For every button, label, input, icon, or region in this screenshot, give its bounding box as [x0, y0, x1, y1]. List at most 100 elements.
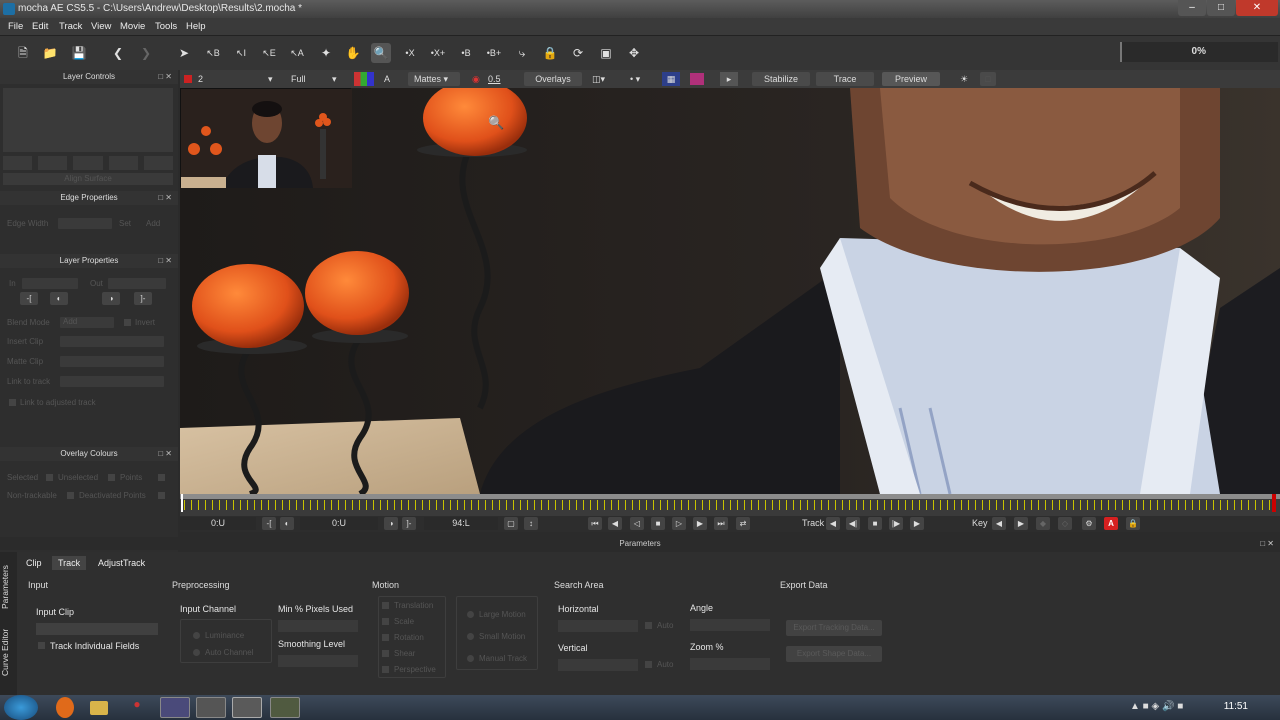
- sun-settings-icon[interactable]: ☀: [960, 72, 968, 86]
- lock-icon[interactable]: 🔒: [540, 43, 560, 63]
- luminance-radio[interactable]: [193, 632, 200, 639]
- app-task-1[interactable]: [196, 697, 226, 718]
- tab-curve-editor[interactable]: Curve Editor: [0, 622, 17, 682]
- set-out-point-icon[interactable]: ]-: [134, 292, 152, 305]
- rgb-channels-icon[interactable]: [354, 72, 374, 86]
- horizontal-field[interactable]: [558, 620, 638, 632]
- small-motion-radio[interactable]: [467, 633, 474, 640]
- large-motion-radio[interactable]: [467, 611, 474, 618]
- move-cross-icon[interactable]: ✥: [624, 43, 644, 63]
- x-spline-icon[interactable]: •X: [400, 43, 420, 63]
- navigator-thumbnail[interactable]: [180, 88, 352, 188]
- maximize-button[interactable]: □: [1207, 0, 1235, 16]
- step-back-icon[interactable]: ◀: [608, 517, 622, 530]
- menu-file[interactable]: File: [8, 21, 23, 32]
- trace-button[interactable]: Trace: [816, 72, 874, 86]
- goto-out-icon[interactable]: ◑: [384, 517, 398, 530]
- mocha-task[interactable]: [232, 697, 262, 718]
- preview-button[interactable]: Preview: [882, 72, 940, 86]
- point-display-icon[interactable]: • ▾: [630, 72, 640, 86]
- set-out-icon[interactable]: ]-: [402, 517, 416, 530]
- matte-color-icon[interactable]: ◉: [472, 72, 480, 86]
- hand-pan-icon[interactable]: ✋: [343, 43, 363, 63]
- link-to-track-select[interactable]: [60, 376, 164, 387]
- rotation-checkbox[interactable]: [382, 634, 389, 641]
- panel-close-icon[interactable]: □ ✕: [158, 70, 172, 84]
- layer-button[interactable]: [73, 156, 103, 170]
- save-icon[interactable]: 💾: [69, 43, 89, 63]
- layer-list[interactable]: [3, 88, 173, 152]
- tab-adjusttrack[interactable]: AdjustTrack: [92, 556, 151, 570]
- input-clip-select[interactable]: [36, 623, 158, 635]
- select-e-tool-icon[interactable]: ↖E: [259, 43, 279, 63]
- set-in-point-icon[interactable]: -[: [20, 292, 38, 305]
- menu-view[interactable]: View: [91, 21, 111, 32]
- insert-clip-select[interactable]: [60, 336, 164, 347]
- panel-close-icon[interactable]: □ ✕: [158, 191, 172, 205]
- track-back-frame-icon[interactable]: ◀|: [846, 517, 860, 530]
- track-fwd-frame-icon[interactable]: |▶: [889, 517, 903, 530]
- translation-checkbox[interactable]: [382, 602, 389, 609]
- autokey-icon[interactable]: A: [1104, 517, 1118, 530]
- points-swatch[interactable]: [158, 474, 165, 481]
- tab-parameters-side[interactable]: Parameters: [0, 558, 17, 616]
- tab-track[interactable]: Track: [52, 556, 87, 570]
- add-point-icon[interactable]: ⤷: [512, 43, 532, 63]
- zoom-field[interactable]: [690, 658, 770, 670]
- magenta-swatch[interactable]: [690, 73, 704, 85]
- menu-help[interactable]: Help: [186, 21, 206, 32]
- menu-tools[interactable]: Tools: [155, 21, 177, 32]
- shear-checkbox[interactable]: [382, 650, 389, 657]
- close-button[interactable]: ✕: [1236, 0, 1278, 16]
- select-i-tool-icon[interactable]: ↖I: [231, 43, 251, 63]
- multi-select-icon[interactable]: ✦: [316, 43, 336, 63]
- view-resolution-select[interactable]: Full: [291, 72, 306, 86]
- matte-clip-select[interactable]: [60, 356, 164, 367]
- alpha-channel-button[interactable]: A: [384, 72, 390, 86]
- track-forward-icon[interactable]: ▶: [910, 517, 924, 530]
- overlay-options-icon[interactable]: ◫▾: [592, 72, 605, 86]
- microphone-icon[interactable]: ●: [130, 697, 144, 718]
- layer-button[interactable]: [143, 156, 174, 170]
- out-field[interactable]: [108, 278, 166, 289]
- layer-button[interactable]: [3, 156, 33, 170]
- edge-set-button[interactable]: Set: [119, 219, 131, 228]
- deactivated-swatch[interactable]: [158, 492, 165, 499]
- horizontal-auto-checkbox[interactable]: [645, 622, 652, 629]
- in-field[interactable]: [22, 278, 78, 289]
- angle-field[interactable]: [690, 619, 770, 631]
- next-key-icon[interactable]: ▶: [1014, 517, 1028, 530]
- stop-icon[interactable]: ■: [651, 517, 665, 530]
- layer-dropdown-icon[interactable]: ▾: [268, 72, 273, 86]
- redo-arrow-icon[interactable]: ❯: [136, 43, 156, 63]
- add-x-spline-icon[interactable]: •X+: [428, 43, 448, 63]
- prev-key-icon[interactable]: ◀: [992, 517, 1006, 530]
- perspective-checkbox[interactable]: [382, 666, 389, 673]
- in-time-field[interactable]: 0:U: [180, 517, 256, 530]
- goto-end-icon[interactable]: ⏭: [714, 517, 728, 530]
- track-fields-checkbox[interactable]: [38, 642, 45, 649]
- edge-add-button[interactable]: Add: [146, 219, 160, 228]
- frame-grid-icon[interactable]: ▦: [662, 72, 680, 86]
- delete-key-icon[interactable]: ◇: [1058, 517, 1072, 530]
- bezier-spline-icon[interactable]: •B: [456, 43, 476, 63]
- taskbar-clock[interactable]: 11:51: [1224, 701, 1248, 712]
- align-surface-button[interactable]: Align Surface: [3, 173, 173, 185]
- scale-checkbox[interactable]: [382, 618, 389, 625]
- zoom-timeline-icon[interactable]: ▢: [504, 517, 518, 530]
- firefox-icon[interactable]: [56, 697, 74, 718]
- vertical-auto-checkbox[interactable]: [645, 661, 652, 668]
- key-lock-icon[interactable]: 🔒: [1126, 517, 1140, 530]
- blend-mode-select[interactable]: Add: [60, 317, 114, 328]
- new-file-icon[interactable]: 🗎: [13, 43, 33, 63]
- panel-close-icon[interactable]: □ ✕: [158, 254, 172, 268]
- play-forward-icon[interactable]: ▷: [672, 517, 686, 530]
- edge-width-field[interactable]: [58, 218, 112, 229]
- start-button[interactable]: [4, 695, 38, 720]
- menu-track[interactable]: Track: [59, 21, 82, 32]
- key-settings-icon[interactable]: ⚙: [1082, 517, 1096, 530]
- minimize-button[interactable]: –: [1178, 0, 1206, 16]
- link-icon[interactable]: ▸: [720, 72, 738, 86]
- out-marker[interactable]: [1272, 494, 1276, 512]
- select-b-tool-icon[interactable]: ↖B: [203, 43, 223, 63]
